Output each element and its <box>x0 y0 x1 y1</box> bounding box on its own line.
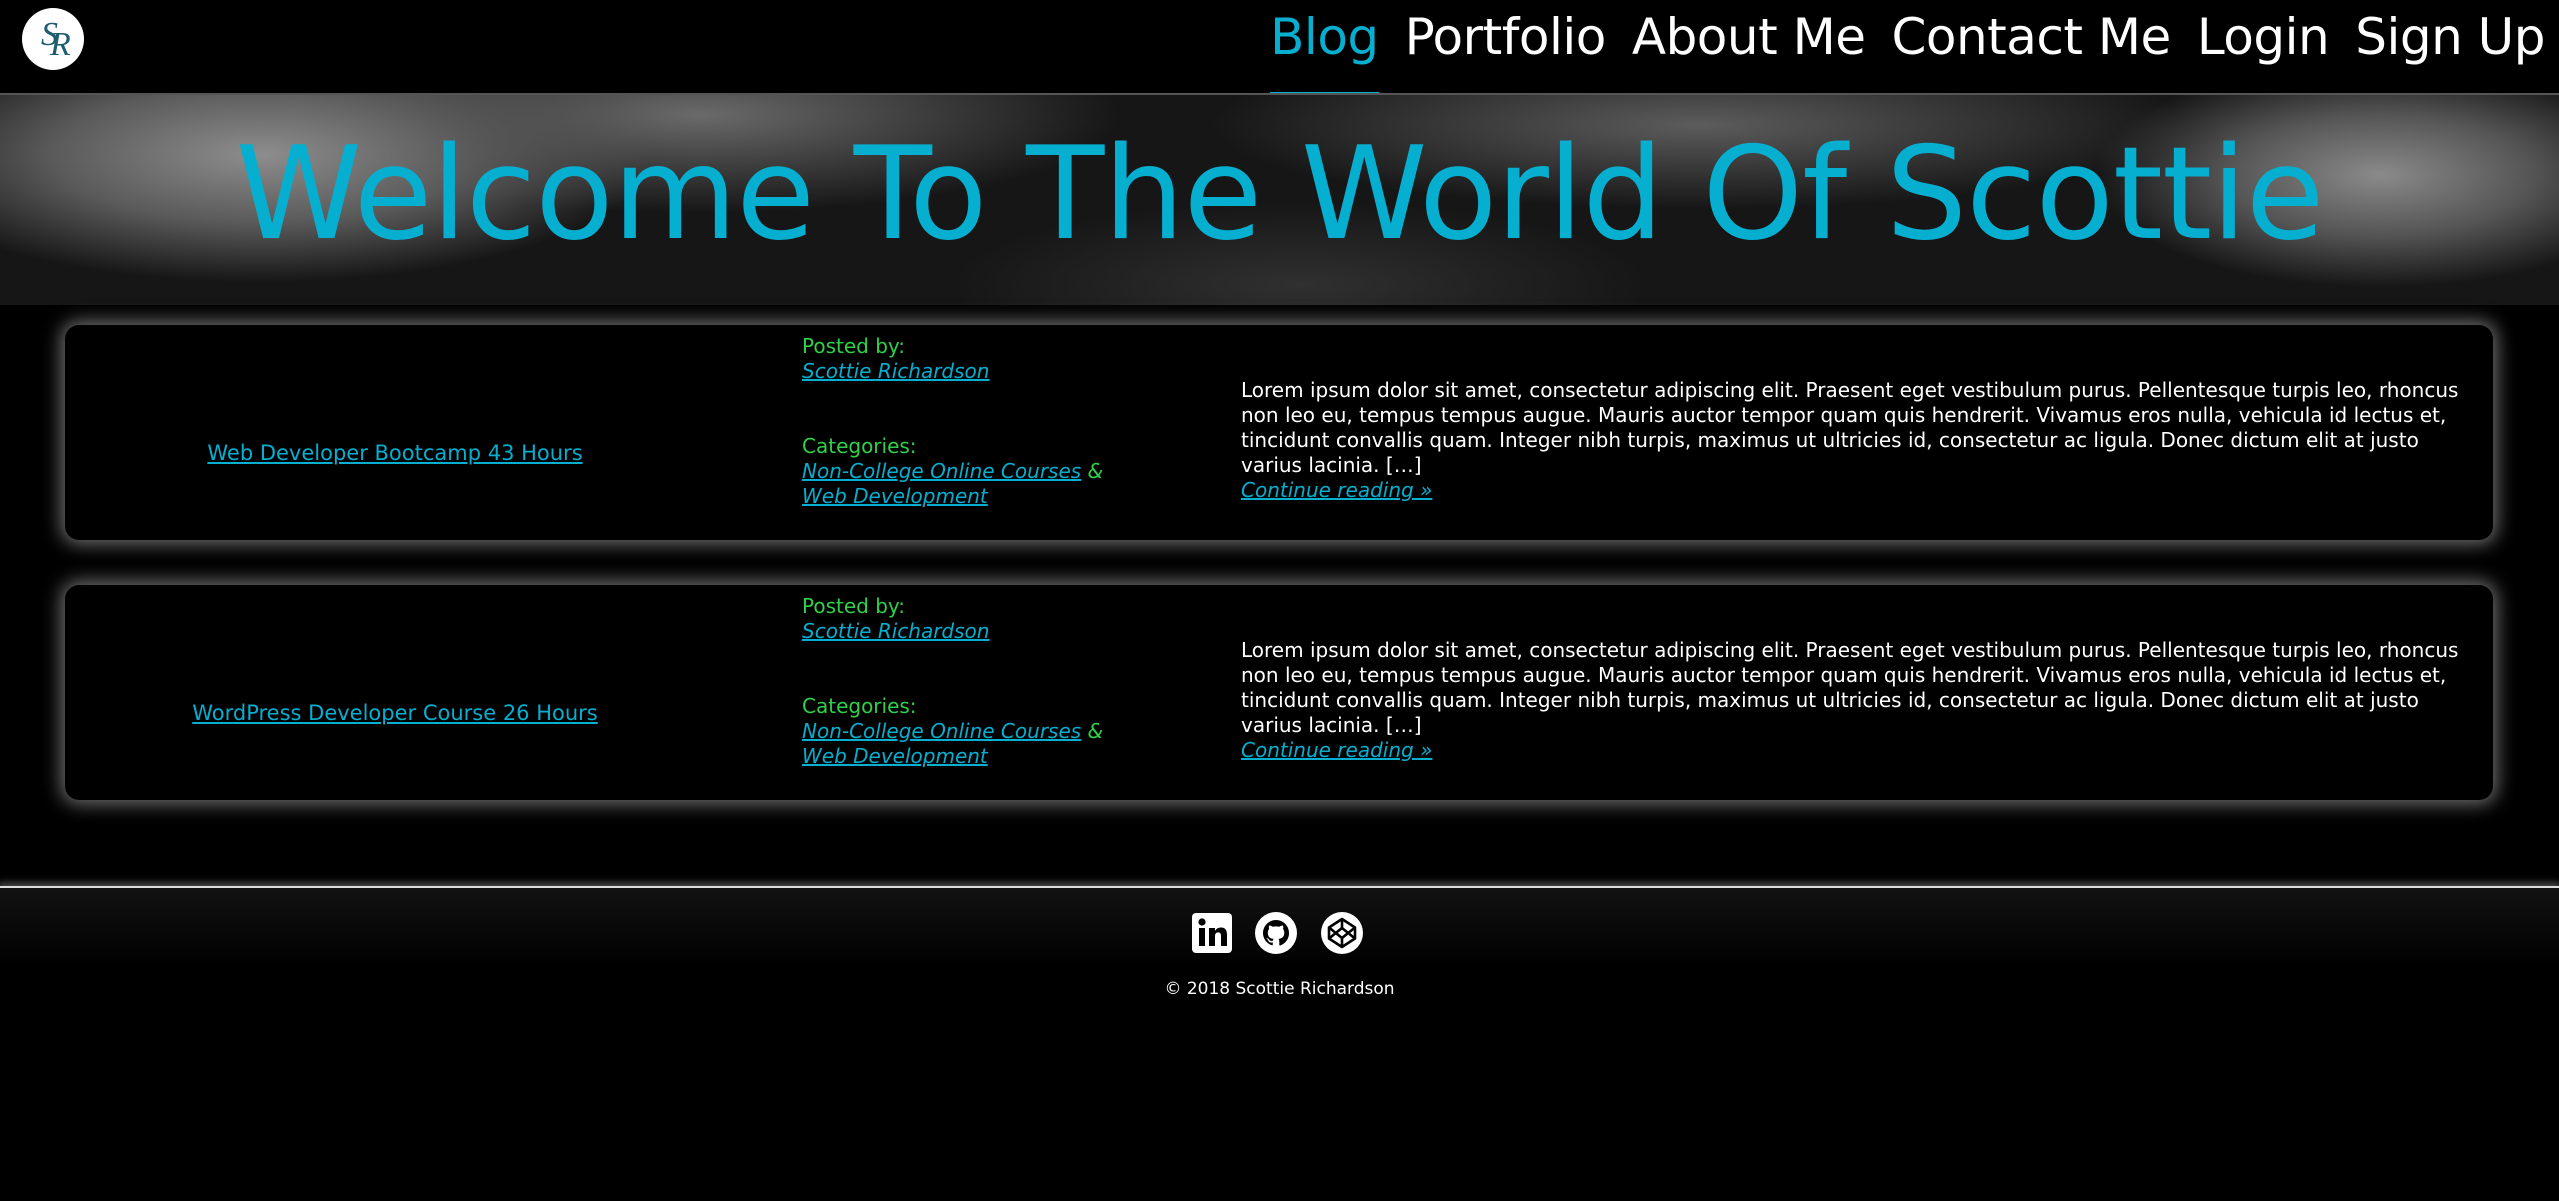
nav-item-about-me[interactable]: About Me <box>1632 0 1866 81</box>
category-separator: & <box>1087 719 1104 743</box>
post-excerpt: Lorem ipsum dolor sit amet, consectetur … <box>1241 378 2461 503</box>
continue-reading-link[interactable]: Continue reading » <box>1241 478 1432 502</box>
post-excerpt-text: Lorem ipsum dolor sit amet, consectetur … <box>1241 378 2459 477</box>
posted-by-label: Posted by: <box>802 594 906 618</box>
continue-reading-link[interactable]: Continue reading » <box>1241 738 1432 762</box>
post-excerpt: Lorem ipsum dolor sit amet, consectetur … <box>1241 638 2461 763</box>
post-meta: Posted by: Scottie Richardson Categories… <box>802 334 1202 509</box>
category-link[interactable]: Non-College Online Courses <box>802 459 1081 483</box>
post-title-link[interactable]: WordPress Developer Course 26 Hours <box>65 701 725 725</box>
category-separator: & <box>1087 459 1104 483</box>
nav-item-contact-me[interactable]: Contact Me <box>1891 0 2171 81</box>
author-link[interactable]: Scottie Richardson <box>802 619 989 643</box>
main-nav: Blog Portfolio About Me Contact Me Login… <box>1244 0 2559 94</box>
hero-title: Welcome To The World Of Scottie <box>235 120 2325 269</box>
posted-by-label: Posted by: <box>802 334 906 358</box>
linkedin-icon[interactable] <box>1190 911 1234 955</box>
blog-post-card: Web Developer Bootcamp 43 Hours Posted b… <box>65 325 2493 540</box>
category-link[interactable]: Non-College Online Courses <box>802 719 1081 743</box>
top-navigation-bar: S R Blog Portfolio About Me Contact Me L… <box>0 0 2559 94</box>
site-logo[interactable]: S R <box>22 8 84 70</box>
author-link[interactable]: Scottie Richardson <box>802 359 989 383</box>
copyright-text: © 2018 Scottie Richardson <box>1164 979 1395 999</box>
nav-item-blog[interactable]: Blog <box>1270 0 1379 94</box>
post-title-link[interactable]: Web Developer Bootcamp 43 Hours <box>65 441 725 465</box>
category-link[interactable]: Web Development <box>802 484 988 508</box>
nav-item-login[interactable]: Login <box>2197 0 2330 81</box>
codepen-icon[interactable] <box>1320 911 1364 955</box>
nav-item-portfolio[interactable]: Portfolio <box>1405 0 1607 81</box>
blog-post-card: WordPress Developer Course 26 Hours Post… <box>65 585 2493 800</box>
nav-item-sign-up[interactable]: Sign Up <box>2355 0 2545 81</box>
category-link[interactable]: Web Development <box>802 744 988 768</box>
post-meta: Posted by: Scottie Richardson Categories… <box>802 594 1202 769</box>
github-icon[interactable] <box>1254 911 1298 955</box>
categories-label: Categories: <box>802 434 917 458</box>
post-excerpt-text: Lorem ipsum dolor sit amet, consectetur … <box>1241 638 2459 737</box>
categories-label: Categories: <box>802 694 917 718</box>
logo-monogram-icon: S R <box>23 9 83 69</box>
svg-text:R: R <box>49 26 71 63</box>
hero-banner: Welcome To The World Of Scottie <box>0 93 2559 305</box>
